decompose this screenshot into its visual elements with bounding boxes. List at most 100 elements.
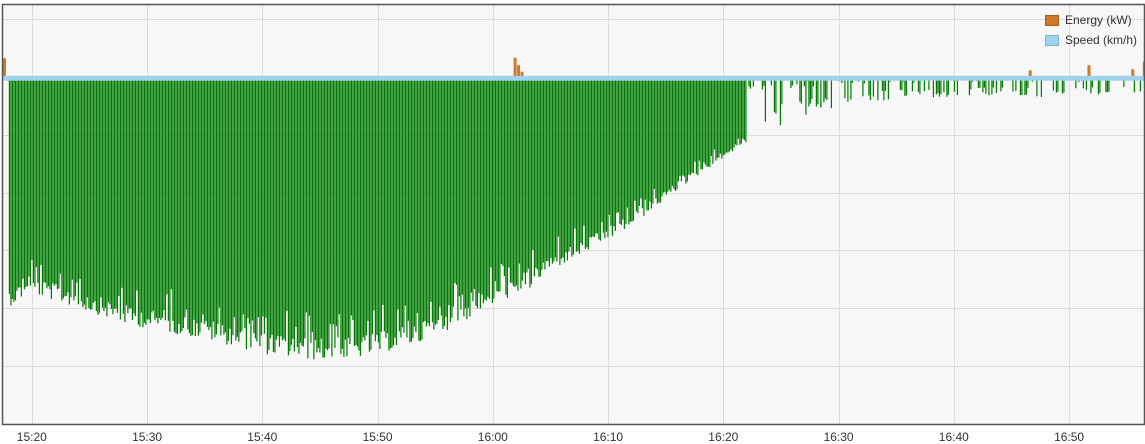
power-bar — [815, 76, 817, 107]
power-bar — [443, 76, 445, 326]
power-bar — [707, 76, 709, 167]
power-bar — [194, 76, 196, 337]
power-bar — [569, 76, 571, 248]
power-bar — [586, 76, 588, 248]
power-bar — [361, 76, 363, 343]
power-bar — [25, 76, 27, 287]
power-bar — [262, 76, 264, 317]
power-bar — [739, 76, 741, 145]
power-bar — [595, 76, 597, 234]
power-bar — [574, 76, 576, 229]
power-bar — [571, 76, 573, 257]
power-bar — [70, 76, 72, 298]
power-bar — [293, 76, 295, 352]
power-bar — [817, 76, 819, 105]
power-bar — [395, 76, 397, 345]
power-bar — [122, 76, 124, 314]
legend-item-speed[interactable]: Speed (km/h) — [1044, 30, 1137, 50]
power-bar — [412, 76, 414, 339]
power-bar — [277, 76, 279, 337]
power-bar — [190, 76, 192, 337]
power-bar — [673, 76, 675, 189]
power-bar — [325, 76, 327, 349]
power-bar — [364, 76, 366, 341]
power-bar — [491, 76, 493, 303]
energy-bar — [1087, 65, 1091, 77]
power-bar — [572, 76, 574, 255]
power-bar — [271, 76, 273, 335]
power-bar — [209, 76, 211, 327]
power-bar — [440, 76, 442, 316]
power-bar — [370, 76, 372, 350]
legend-label-energy: Energy (kW) — [1064, 13, 1132, 27]
power-bar — [55, 76, 57, 284]
power-bar — [263, 76, 265, 334]
power-bar — [373, 76, 375, 311]
power-bar — [584, 76, 586, 249]
power-bar — [359, 76, 361, 356]
power-bar — [208, 76, 210, 331]
power-bar — [178, 76, 180, 324]
power-bar — [415, 76, 417, 333]
power-bar — [71, 76, 73, 280]
power-bar — [397, 76, 399, 310]
power-bar — [43, 76, 45, 283]
power-bar — [146, 76, 148, 320]
legend-item-energy[interactable]: Energy (kW) — [1044, 10, 1137, 30]
power-bar — [310, 76, 312, 343]
power-bar — [781, 76, 783, 105]
power-bar — [736, 76, 738, 146]
power-bar — [575, 76, 577, 252]
power-bar — [175, 76, 177, 334]
power-bar — [67, 76, 69, 293]
power-bar — [350, 76, 352, 316]
power-bar — [482, 76, 484, 304]
power-bar — [406, 76, 408, 338]
power-bar — [112, 76, 114, 315]
power-bar — [169, 76, 171, 332]
power-bar — [490, 76, 492, 268]
power-bar — [274, 76, 276, 353]
power-bar — [661, 76, 663, 197]
power-bar — [167, 76, 169, 321]
power-bar — [289, 76, 291, 352]
power-bar — [8, 76, 10, 294]
power-bar — [40, 76, 42, 265]
power-bar — [332, 76, 334, 325]
power-bar — [539, 76, 541, 277]
power-bar — [622, 76, 624, 220]
power-bar — [592, 76, 594, 237]
power-bar — [548, 76, 550, 267]
power-bar — [680, 76, 682, 182]
power-bar — [29, 76, 31, 286]
x-tick-label: 15:20 — [17, 430, 47, 444]
power-bar — [451, 76, 453, 318]
power-bar — [74, 76, 76, 297]
power-bar — [340, 76, 342, 355]
power-bar — [11, 76, 13, 299]
power-bar — [392, 76, 394, 346]
power-bar — [355, 76, 357, 346]
x-axis-tick-labels: 15:20 15:30 15:40 15:50 16:00 16:10 16:20 16:30… — [17, 430, 1085, 444]
x-tick-label: 16:50 — [1054, 430, 1084, 444]
power-bar — [728, 76, 730, 152]
power-bar — [424, 76, 426, 322]
power-bar — [731, 76, 733, 152]
power-bar — [202, 76, 204, 315]
power-bar — [719, 76, 721, 154]
power-bar — [503, 76, 505, 277]
power-bar — [674, 76, 676, 191]
power-bar — [446, 76, 448, 330]
power-bar — [308, 76, 310, 316]
power-bar — [740, 76, 742, 144]
power-bar — [646, 76, 648, 211]
power-bar — [527, 76, 529, 269]
power-bar — [272, 76, 274, 352]
power-bar — [434, 76, 436, 325]
power-bar — [326, 76, 328, 351]
power-bar — [203, 76, 205, 324]
power-bar — [536, 76, 538, 270]
power-bar — [808, 76, 810, 107]
power-bar — [473, 76, 475, 289]
power-bar — [557, 76, 559, 237]
